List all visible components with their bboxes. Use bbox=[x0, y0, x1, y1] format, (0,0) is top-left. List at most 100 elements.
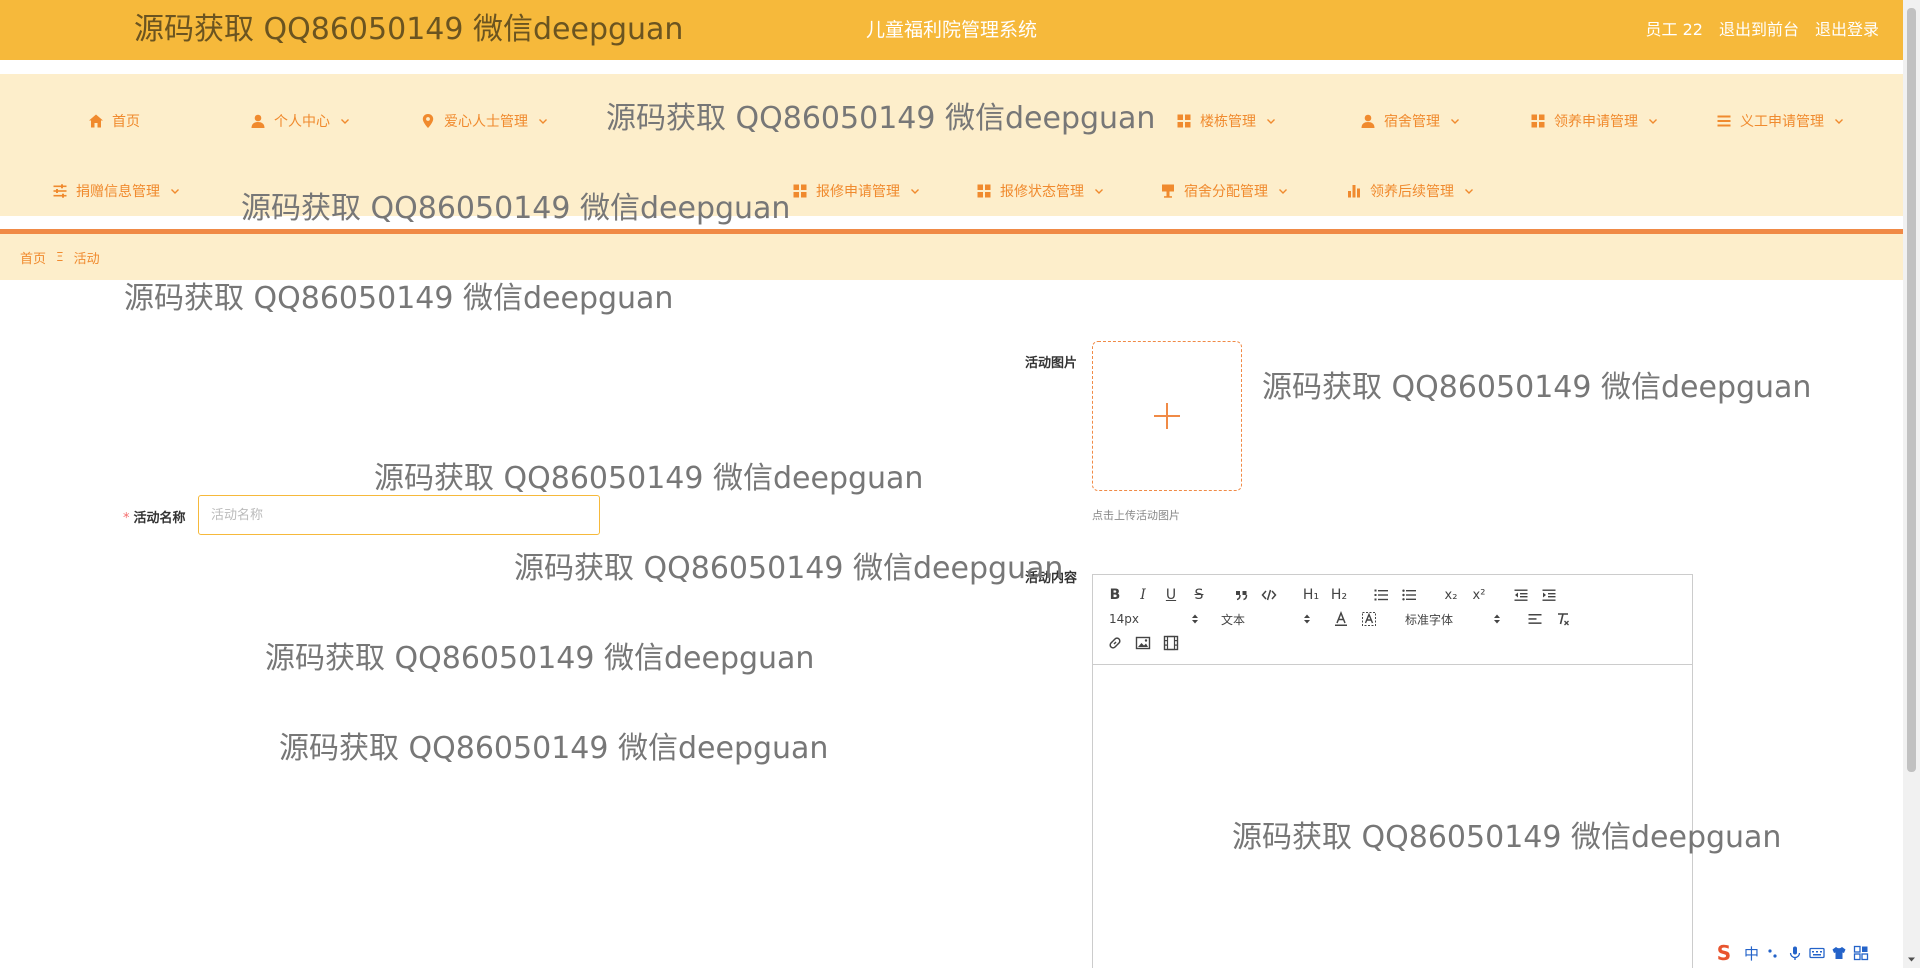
nav-item-profile[interactable]: 个人中心 bbox=[250, 109, 350, 133]
breadcrumb-current: 活动 bbox=[73, 251, 100, 267]
user-name: 22 bbox=[1682, 20, 1703, 39]
align-button[interactable] bbox=[1523, 608, 1547, 630]
chevron-down-icon bbox=[1278, 186, 1288, 196]
grid-icon bbox=[1530, 113, 1546, 129]
page: 儿童福利院管理系统 员工 22 退出到前台 退出登录 首页 个人中心 爱心人士管… bbox=[0, 0, 1920, 968]
bold-button[interactable]: B bbox=[1103, 584, 1127, 606]
nav-item-label: 宿舍分配管理 bbox=[1184, 184, 1268, 200]
rich-text-editor: B I U S H₁ H₂ x₂ x² 14px 文本 标准字体 bbox=[1092, 574, 1693, 968]
superscript-button[interactable]: x² bbox=[1467, 584, 1491, 606]
image-icon bbox=[1135, 635, 1151, 651]
cup-icon bbox=[1160, 183, 1176, 199]
image-button[interactable] bbox=[1131, 632, 1155, 654]
watermark-text: 源码获取 QQ86050149 微信deepguan bbox=[374, 461, 924, 496]
editor-content-area[interactable] bbox=[1093, 665, 1692, 968]
required-star: * bbox=[123, 511, 130, 526]
font-family-value: 标准字体 bbox=[1405, 612, 1454, 627]
microphone-icon[interactable] bbox=[1787, 945, 1803, 961]
font-size-select[interactable]: 14px bbox=[1109, 608, 1199, 630]
ime-toolbar: S 中 bbox=[1710, 940, 1900, 966]
indent-button[interactable] bbox=[1537, 584, 1561, 606]
nav-item-label: 领养申请管理 bbox=[1554, 114, 1638, 130]
watermark-text: 源码获取 QQ86050149 微信deepguan bbox=[1262, 370, 1812, 405]
image-upload-box[interactable] bbox=[1092, 341, 1242, 491]
nav-item-repair-status[interactable]: 报修状态管理 bbox=[976, 179, 1104, 203]
logout-link[interactable]: 退出登录 bbox=[1815, 0, 1879, 60]
subscript-button[interactable]: x₂ bbox=[1439, 584, 1463, 606]
chevron-down-icon bbox=[340, 116, 350, 126]
font-family-select[interactable]: 标准字体 bbox=[1405, 608, 1501, 630]
grid-icon bbox=[976, 183, 992, 199]
video-button[interactable] bbox=[1159, 632, 1183, 654]
bar-chart-icon bbox=[1346, 183, 1362, 199]
user-role: 员工 bbox=[1645, 20, 1678, 39]
image-label: 活动图片 bbox=[1025, 356, 1078, 371]
bullet-list-icon bbox=[1401, 587, 1417, 603]
underline-button[interactable]: U bbox=[1159, 584, 1183, 606]
breadcrumb-home[interactable]: 首页 bbox=[20, 248, 46, 267]
outdent-button[interactable] bbox=[1509, 584, 1533, 606]
sogou-logo-icon[interactable]: S bbox=[1710, 940, 1738, 966]
link-icon bbox=[1107, 635, 1123, 651]
system-title: 儿童福利院管理系统 bbox=[865, 19, 1037, 41]
skin-icon[interactable] bbox=[1831, 945, 1847, 961]
text-color-button[interactable] bbox=[1329, 608, 1353, 630]
grid-icon bbox=[1176, 113, 1192, 129]
plus-icon bbox=[1151, 400, 1183, 432]
chevron-down-icon bbox=[910, 186, 920, 196]
editor-toolbar: B I U S H₁ H₂ x₂ x² 14px 文本 标准字体 bbox=[1093, 575, 1692, 665]
italic-button[interactable]: I bbox=[1131, 584, 1155, 606]
code-block-button[interactable] bbox=[1257, 584, 1281, 606]
background-color-button[interactable] bbox=[1357, 608, 1381, 630]
nav-item-adoption-apply[interactable]: 领养申请管理 bbox=[1530, 109, 1658, 133]
chevron-down-icon bbox=[170, 186, 180, 196]
heading2-button[interactable]: H₂ bbox=[1327, 584, 1351, 606]
blockquote-button[interactable] bbox=[1229, 584, 1253, 606]
nav-item-dorms[interactable]: 宿舍管理 bbox=[1360, 109, 1460, 133]
toolbox-icon[interactable] bbox=[1853, 945, 1869, 961]
watermark-text: 源码获取 QQ86050149 微信deepguan bbox=[514, 551, 1064, 586]
to-front-link[interactable]: 退出到前台 bbox=[1719, 0, 1799, 60]
nav-item-label: 个人中心 bbox=[274, 114, 330, 130]
list-icon bbox=[1716, 113, 1732, 129]
nav-item-label: 捐赠信息管理 bbox=[76, 184, 160, 200]
nav-item-volunteer-apply[interactable]: 义工申请管理 bbox=[1716, 109, 1844, 133]
nav-item-label: 报修状态管理 bbox=[1000, 184, 1084, 200]
punctuation-icon[interactable] bbox=[1765, 945, 1781, 961]
nav-item-adoption-followup[interactable]: 领养后续管理 bbox=[1346, 179, 1474, 203]
ime-language[interactable]: 中 bbox=[1744, 943, 1759, 964]
keyboard-icon[interactable] bbox=[1809, 945, 1825, 961]
watermark-text: 源码获取 QQ86050149 微信deepguan bbox=[279, 731, 829, 766]
block-type-value: 文本 bbox=[1221, 612, 1246, 627]
font-color-icon bbox=[1333, 611, 1349, 627]
align-left-icon bbox=[1527, 611, 1543, 627]
code-icon bbox=[1261, 587, 1277, 603]
bullet-list-button[interactable] bbox=[1397, 584, 1421, 606]
ordered-list-button[interactable] bbox=[1369, 584, 1393, 606]
link-button[interactable] bbox=[1103, 632, 1127, 654]
strike-button[interactable]: S bbox=[1187, 584, 1211, 606]
activity-name-input[interactable] bbox=[198, 495, 600, 535]
sliders-icon bbox=[52, 183, 68, 199]
chevron-down-icon bbox=[1464, 186, 1474, 196]
block-type-select[interactable]: 文本 bbox=[1221, 608, 1311, 630]
upload-tip: 点击上传活动图片 bbox=[1092, 509, 1180, 522]
chevron-down-icon bbox=[1266, 116, 1276, 126]
nav-item-label: 首页 bbox=[112, 114, 140, 130]
indent-icon bbox=[1541, 587, 1557, 603]
scrollbar-thumb[interactable] bbox=[1907, 8, 1916, 772]
nav-item-donors[interactable]: 爱心人士管理 bbox=[420, 109, 548, 133]
nav-item-label: 楼栋管理 bbox=[1200, 114, 1256, 130]
breadcrumb-separator: Ξ bbox=[56, 250, 64, 264]
nav-item-repair-apply[interactable]: 报修申请管理 bbox=[792, 179, 920, 203]
heading1-button[interactable]: H₁ bbox=[1299, 584, 1323, 606]
scroll-down-arrow-icon[interactable] bbox=[1907, 955, 1916, 964]
nav-item-buildings[interactable]: 楼栋管理 bbox=[1176, 109, 1276, 133]
top-header: 儿童福利院管理系统 员工 22 退出到前台 退出登录 bbox=[0, 0, 1903, 60]
nav-item-donations[interactable]: 捐赠信息管理 bbox=[52, 179, 180, 203]
nav-item-home[interactable]: 首页 bbox=[88, 109, 140, 133]
nav-item-dorm-assign[interactable]: 宿舍分配管理 bbox=[1160, 179, 1288, 203]
page-scrollbar[interactable] bbox=[1903, 0, 1920, 968]
clear-format-button[interactable] bbox=[1551, 608, 1575, 630]
font-size-value: 14px bbox=[1109, 612, 1139, 626]
